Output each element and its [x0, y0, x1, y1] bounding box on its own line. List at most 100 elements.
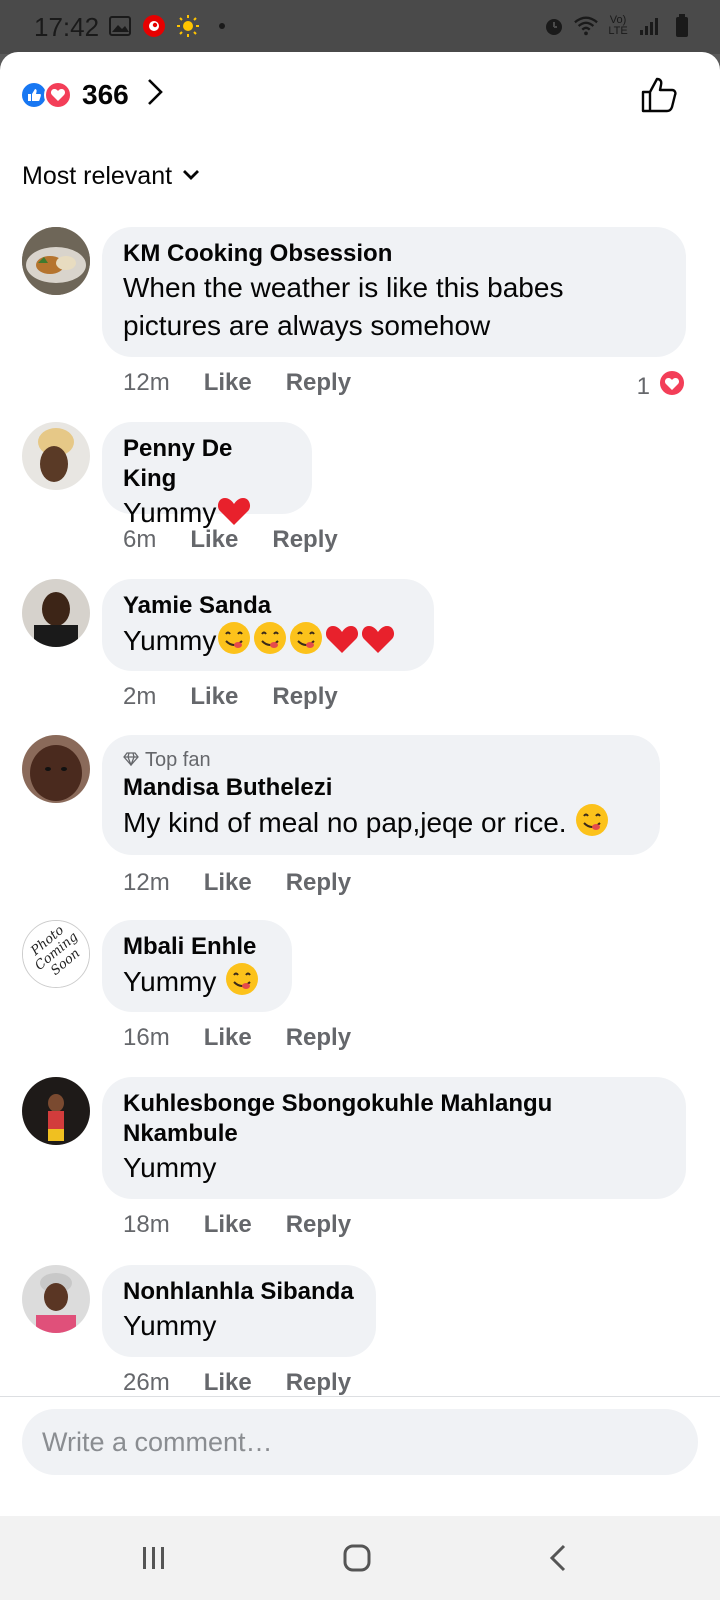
home-icon[interactable] [337, 1538, 377, 1578]
red-heart-emoji-icon [324, 623, 360, 665]
yum-emoji-icon [288, 621, 324, 665]
comment-bubble[interactable]: Mbali Enhle Yummy [102, 920, 292, 1012]
commenter-name[interactable]: Mandisa Buthelezi [123, 773, 640, 803]
reply-button[interactable]: Reply [286, 369, 351, 397]
yum-emoji-icon [224, 962, 260, 1006]
reaction-count: 366 [82, 78, 129, 110]
like-button[interactable]: Like [204, 1211, 252, 1239]
love-reaction-icon [658, 369, 686, 404]
top-fan-label: Top fan [145, 749, 211, 771]
reply-button[interactable]: Reply [272, 526, 337, 554]
like-button[interactable]: Like [204, 1024, 252, 1052]
comment-time: 12m [123, 369, 170, 396]
reply-button[interactable]: Reply [286, 1024, 351, 1052]
comment-bubble[interactable]: Top fan Mandisa Buthelezi My kind of mea… [102, 735, 660, 855]
reply-button[interactable]: Reply [272, 683, 337, 711]
comment-composer-area: Write a comment… [0, 1396, 720, 1516]
signal-icon [638, 14, 662, 38]
reactions-summary[interactable]: 366 [20, 78, 163, 111]
back-icon[interactable] [538, 1538, 578, 1578]
weather-sun-icon [176, 14, 200, 38]
comment-time: 18m [123, 1211, 170, 1238]
status-left-icons [108, 14, 234, 38]
comment-time: 12m [123, 869, 170, 896]
comment-actions: 16m Like Reply [123, 1024, 351, 1052]
comment-text: My kind of meal no pap,jeqe or rice. [123, 807, 567, 838]
comment-time: 16m [123, 1024, 170, 1051]
reaction-icons [20, 80, 78, 110]
commenter-name[interactable]: Yamie Sanda [123, 591, 414, 621]
reply-button[interactable]: Reply [286, 1211, 351, 1239]
comment-input[interactable]: Write a comment… [22, 1409, 698, 1475]
chevron-down-icon [182, 168, 200, 186]
avatar[interactable] [22, 735, 90, 803]
comment-reaction-count: 1 [636, 372, 650, 400]
status-right-icons: Vo) LTE [542, 14, 694, 38]
sort-dropdown[interactable]: Most relevant [22, 162, 200, 191]
comment-text: Yummy [123, 966, 217, 997]
gallery-icon [108, 14, 132, 38]
like-button[interactable]: Like [190, 526, 238, 554]
comment-bubble[interactable]: Nonhlanhla Sibanda Yummy [102, 1265, 376, 1357]
wifi-icon [574, 14, 598, 38]
like-button[interactable]: Like [204, 1369, 252, 1397]
system-nav-bar [0, 1516, 720, 1600]
yum-emoji-icon [252, 621, 288, 665]
like-button[interactable]: Like [204, 869, 252, 897]
comment-time: 26m [123, 1369, 170, 1396]
comment-text: pictures are always somehow [123, 310, 491, 341]
reply-button[interactable]: Reply [286, 869, 351, 897]
comment-text: Yummy [123, 1310, 217, 1341]
comment-input-placeholder: Write a comment… [42, 1426, 273, 1457]
comment-text: Yummy [123, 625, 217, 656]
comment-text: Yummy [123, 497, 217, 528]
comment-text: When the weather is like this babes [123, 272, 564, 303]
reply-button[interactable]: Reply [286, 1369, 351, 1397]
yum-emoji-icon [574, 803, 610, 847]
vodafone-icon [142, 14, 166, 38]
comment-bubble[interactable]: Yamie Sanda Yummy [102, 579, 434, 671]
love-reaction-icon [44, 80, 72, 109]
diamond-icon [123, 747, 139, 773]
like-post-icon[interactable] [640, 76, 678, 119]
avatar[interactable]: Photo Coming Soon [22, 920, 90, 988]
commenter-name[interactable]: Nonhlanhla Sibanda [123, 1277, 356, 1307]
commenter-name[interactable]: KM Cooking Obsession [123, 239, 666, 269]
top-fan-badge: Top fan [123, 747, 640, 773]
avatar[interactable] [22, 1265, 90, 1333]
red-heart-emoji-icon [360, 623, 396, 665]
commenter-name[interactable]: Nkambule [123, 1119, 666, 1149]
commenter-name[interactable]: Kuhlesbonge Sbongokuhle Mahlangu [123, 1089, 666, 1119]
like-button[interactable]: Like [204, 369, 252, 397]
sort-label: Most relevant [22, 162, 173, 190]
comment-time: 6m [123, 526, 157, 553]
comment-actions: 12m Like Reply [123, 869, 351, 897]
battery-icon [670, 14, 694, 38]
comment-text: Yummy [123, 1152, 217, 1183]
comment-time: 2m [123, 683, 157, 710]
chevron-right-icon[interactable] [147, 78, 163, 111]
comment-actions: 26m Like Reply [123, 1369, 351, 1397]
avatar[interactable] [22, 1077, 90, 1145]
yum-emoji-icon [216, 621, 252, 665]
comment-reaction-badge[interactable]: 1 [637, 369, 686, 404]
network-label: Vo) LTE [608, 14, 628, 37]
comment-actions: 2m Like Reply [123, 683, 338, 711]
alarm-icon [542, 14, 566, 38]
comment-actions: 12m Like Reply [123, 369, 351, 397]
like-button[interactable]: Like [190, 683, 238, 711]
comment-actions: 18m Like Reply [123, 1211, 351, 1239]
comment-bubble[interactable]: KM Cooking Obsession When the weather is… [102, 227, 686, 357]
comment-bubble[interactable]: Penny De King Yummy [102, 422, 312, 528]
notification-dot-icon [210, 14, 234, 38]
comment-actions: 6m Like Reply [123, 526, 338, 554]
status-bar: 17:42 Vo) LTE [0, 0, 720, 54]
commenter-name[interactable]: Penny De King [123, 434, 292, 494]
commenter-name[interactable]: Mbali Enhle [123, 932, 272, 962]
avatar[interactable] [22, 579, 90, 647]
comments-sheet: 366 Most relevant KM Cooking Obsession W… [0, 52, 720, 1516]
recent-apps-icon[interactable] [134, 1538, 174, 1578]
avatar[interactable] [22, 227, 90, 295]
comment-bubble[interactable]: Kuhlesbonge Sbongokuhle Mahlangu Nkambul… [102, 1077, 686, 1199]
avatar[interactable] [22, 422, 90, 490]
